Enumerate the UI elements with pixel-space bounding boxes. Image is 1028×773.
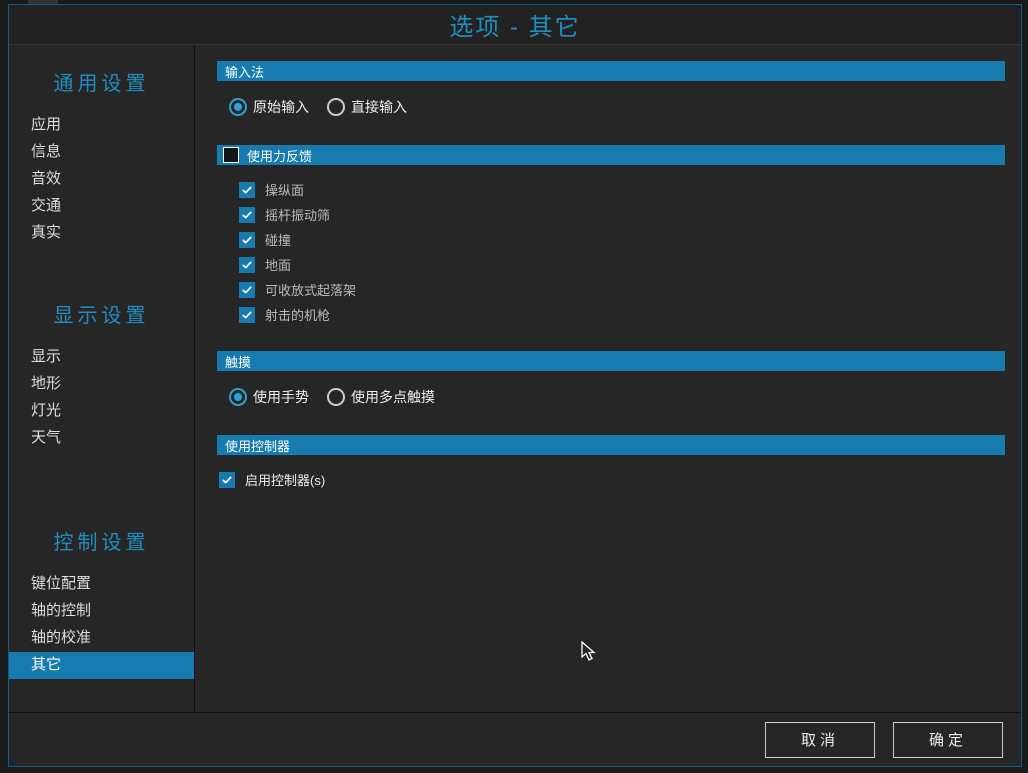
section-body-force-feedback: 操纵面摇杆振动筛碰撞地面可收放式起落架射击的机枪: [217, 173, 1005, 351]
checkbox-icon: [239, 257, 255, 273]
checkbox-row-enable-controllers[interactable]: 启用控制器(s): [219, 467, 1005, 492]
button-label: 取消: [801, 729, 839, 750]
checkbox-row[interactable]: 操纵面: [227, 177, 1005, 202]
checkbox-icon: [239, 307, 255, 323]
section-header-force-feedback[interactable]: 使用力反馈: [217, 145, 1005, 165]
checkbox-force-feedback-master[interactable]: [223, 147, 239, 163]
window-title-text: 选项 - 其它: [449, 7, 580, 42]
checkbox-icon: [239, 232, 255, 248]
section-title: 使用力反馈: [247, 146, 312, 165]
sidebar-item[interactable]: 显示: [9, 344, 194, 371]
ok-button[interactable]: 确定: [893, 722, 1003, 758]
sidebar-item[interactable]: 应用: [9, 112, 194, 139]
checkbox-label: 摇杆振动筛: [265, 205, 330, 224]
radio-input-method[interactable]: 直接输入: [327, 97, 407, 117]
checkbox-row[interactable]: 摇杆振动筛: [227, 202, 1005, 227]
checkbox-label: 操纵面: [265, 180, 304, 199]
section-body-controllers: 启用控制器(s): [217, 463, 1005, 516]
section-body-input-method: 原始输入 直接输入: [217, 89, 1005, 145]
section-title: 输入法: [225, 62, 264, 81]
radio-group-input-method: 原始输入 直接输入: [227, 93, 1005, 121]
checkbox-label: 射击的机枪: [265, 305, 330, 324]
radio-input-method[interactable]: 原始输入: [229, 97, 309, 117]
checkbox-icon: [239, 282, 255, 298]
sidebar-group-title: 控制设置: [9, 522, 194, 563]
cancel-button[interactable]: 取消: [765, 722, 875, 758]
sidebar-item[interactable]: 键位配置: [9, 571, 194, 598]
sidebar-item[interactable]: 真实: [9, 220, 194, 247]
checkbox-icon: [219, 472, 235, 488]
sidebar-item[interactable]: 其它: [9, 652, 194, 679]
window-title: 选项 - 其它: [9, 5, 1021, 45]
cursor-icon: [581, 641, 597, 666]
checkbox-label: 地面: [265, 255, 291, 274]
sidebar-group-title: 显示设置: [9, 295, 194, 336]
checkbox-row[interactable]: 可收放式起落架: [227, 277, 1005, 302]
sidebar-item[interactable]: 轴的控制: [9, 598, 194, 625]
main-panel: 输入法 原始输入 直接输入 使用力反馈 操纵面摇杆振动筛碰撞地面可收放式起落架射击…: [195, 45, 1021, 712]
checkbox-row[interactable]: 碰撞: [227, 227, 1005, 252]
sidebar: 通用设置应用信息音效交通真实显示设置显示地形灯光天气控制设置键位配置轴的控制轴的…: [9, 45, 195, 712]
section-header-controllers: 使用控制器: [217, 435, 1005, 455]
radio-label: 使用多点触摸: [351, 387, 435, 407]
sidebar-item[interactable]: 信息: [9, 139, 194, 166]
checkbox-icon: [239, 182, 255, 198]
sidebar-item[interactable]: 天气: [9, 425, 194, 452]
checkbox-icon: [239, 207, 255, 223]
checkbox-row[interactable]: 地面: [227, 252, 1005, 277]
checkbox-label: 碰撞: [265, 230, 291, 249]
sidebar-item[interactable]: 交通: [9, 193, 194, 220]
radio-group-touch: 使用手势 使用多点触摸: [227, 383, 1005, 411]
section-title: 触摸: [225, 352, 251, 371]
sidebar-item[interactable]: 轴的校准: [9, 625, 194, 652]
button-label: 确定: [929, 729, 967, 750]
radio-label: 原始输入: [253, 97, 309, 117]
section-body-touch: 使用手势 使用多点触摸: [217, 379, 1005, 435]
radio-touch[interactable]: 使用多点触摸: [327, 387, 435, 407]
options-window: 选项 - 其它 通用设置应用信息音效交通真实显示设置显示地形灯光天气控制设置键位…: [8, 4, 1022, 767]
radio-label: 直接输入: [351, 97, 407, 117]
radio-touch[interactable]: 使用手势: [229, 387, 309, 407]
sidebar-group-title: 通用设置: [9, 63, 194, 104]
footer: 取消 确定: [9, 712, 1021, 766]
radio-label: 使用手势: [253, 387, 309, 407]
sidebar-item[interactable]: 地形: [9, 371, 194, 398]
checkbox-row[interactable]: 射击的机枪: [227, 302, 1005, 327]
section-header-touch: 触摸: [217, 351, 1005, 371]
checkbox-label: 可收放式起落架: [265, 280, 356, 299]
section-title: 使用控制器: [225, 436, 290, 455]
sidebar-item[interactable]: 灯光: [9, 398, 194, 425]
checkbox-label: 启用控制器(s): [245, 470, 325, 489]
section-header-input-method: 输入法: [217, 61, 1005, 81]
sidebar-item[interactable]: 音效: [9, 166, 194, 193]
